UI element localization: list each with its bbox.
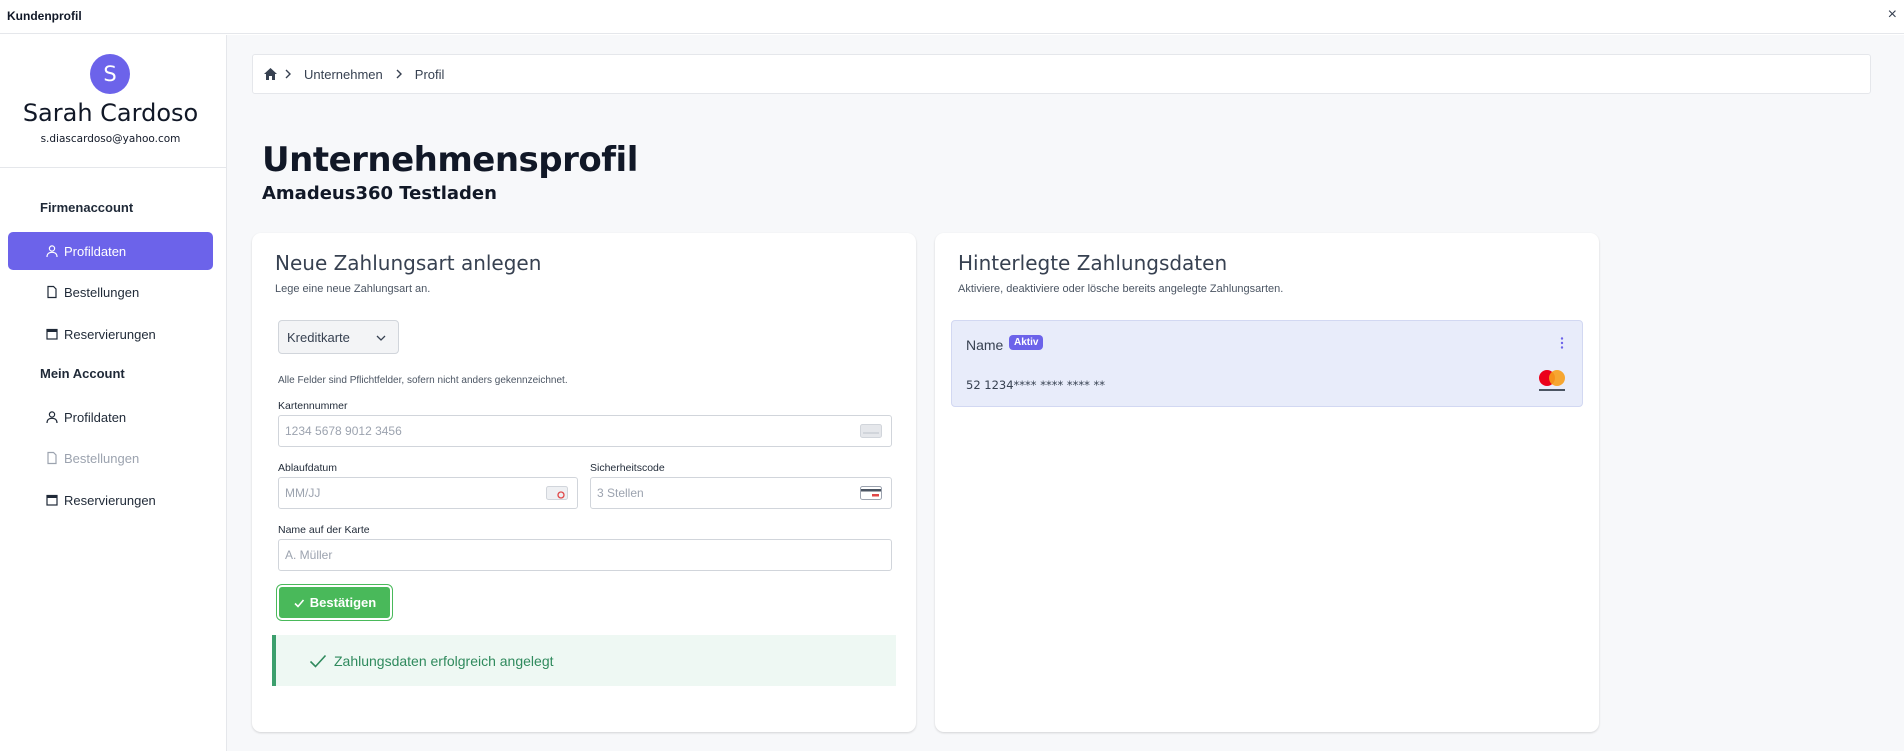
card-name-input[interactable] bbox=[278, 539, 892, 571]
avatar[interactable]: S bbox=[90, 54, 130, 94]
card-expiry-icon bbox=[546, 486, 568, 500]
success-message: Zahlungsdaten erfolgreich angelegt bbox=[334, 652, 554, 669]
sidebar-item-account-reservierungen[interactable]: Reservierungen bbox=[8, 481, 213, 519]
check-icon bbox=[309, 654, 327, 668]
user-email: s.diascardoso@yahoo.com bbox=[40, 133, 181, 145]
saved-payments-title: Hinterlegte Zahlungsdaten bbox=[958, 251, 1228, 275]
saved-payments-card: Hinterlegte Zahlungsdaten Aktiviere, dea… bbox=[935, 233, 1599, 732]
file-icon bbox=[47, 451, 57, 465]
page-subtitle: Amadeus360 Testladen bbox=[262, 183, 497, 204]
chevron-right-icon bbox=[396, 69, 402, 79]
sidebar-item-label: Bestellungen bbox=[64, 450, 140, 466]
page-title: Unternehmensprofil bbox=[262, 140, 638, 180]
cvc-input[interactable] bbox=[590, 477, 892, 509]
card-cvc-icon bbox=[860, 486, 882, 500]
payment-card-number: 52 1234**** **** **** ** bbox=[966, 378, 1106, 392]
more-vertical-icon[interactable] bbox=[1560, 337, 1564, 349]
expiry-input[interactable] bbox=[278, 477, 578, 509]
card-number-input[interactable] bbox=[278, 415, 892, 447]
chevron-right-icon bbox=[285, 69, 291, 79]
required-note: Alle Felder sind Pflichtfelder, sofern n… bbox=[278, 375, 568, 386]
sidebar-item-label: Profildaten bbox=[64, 243, 127, 259]
new-payment-card: Neue Zahlungsart anlegen Lege eine neue … bbox=[252, 233, 916, 732]
sidebar-item-label: Reservierungen bbox=[64, 326, 156, 342]
user-icon bbox=[46, 245, 58, 258]
sidebar-item-firma-profildaten[interactable]: Profildaten bbox=[8, 232, 213, 270]
payment-name: Name bbox=[966, 337, 1004, 353]
breadcrumb: Unternehmen Profil bbox=[252, 54, 1871, 94]
card-icon bbox=[860, 424, 882, 438]
sidebar-item-account-bestellungen: Bestellungen bbox=[8, 439, 213, 477]
home-icon[interactable] bbox=[263, 67, 278, 81]
new-payment-title: Neue Zahlungsart anlegen bbox=[275, 251, 542, 275]
file-icon bbox=[47, 285, 57, 299]
sidebar-item-firma-reservierungen[interactable]: Reservierungen bbox=[8, 315, 213, 353]
user-name: Sarah Cardoso bbox=[22, 99, 199, 127]
window-title: Kundenprofil bbox=[7, 9, 82, 23]
breadcrumb-unternehmen[interactable]: Unternehmen bbox=[304, 67, 383, 82]
expiry-label: Ablaufdatum bbox=[278, 462, 337, 474]
chevron-down-icon bbox=[376, 335, 386, 341]
section-title-firmenaccount: Firmenaccount bbox=[40, 200, 134, 215]
confirm-button-label: Bestätigen bbox=[309, 595, 377, 610]
main-content: Unternehmen Profil Unternehmensprofil Am… bbox=[227, 35, 1904, 751]
user-icon bbox=[46, 411, 58, 424]
saved-payment-item[interactable]: Name Aktiv 52 1234**** **** **** ** bbox=[951, 320, 1583, 407]
calendar-icon bbox=[46, 494, 58, 506]
card-name-label: Name auf der Karte bbox=[278, 524, 370, 536]
new-payment-description: Lege eine neue Zahlungsart an. bbox=[275, 283, 431, 295]
sidebar-divider bbox=[0, 167, 226, 168]
calendar-icon bbox=[46, 328, 58, 340]
sidebar-item-label: Profildaten bbox=[64, 409, 127, 425]
payment-type-select[interactable]: Kreditkarte bbox=[278, 320, 399, 354]
mastercard-logo-icon bbox=[1539, 370, 1565, 391]
success-alert: Zahlungsdaten erfolgreich angelegt bbox=[272, 635, 896, 686]
sidebar-item-account-profildaten[interactable]: Profildaten bbox=[8, 398, 213, 436]
sidebar: S Sarah Cardoso s.diascardoso@yahoo.com … bbox=[0, 35, 227, 751]
close-icon[interactable]: × bbox=[1888, 6, 1897, 24]
status-badge: Aktiv bbox=[1009, 335, 1044, 350]
check-icon bbox=[294, 598, 304, 608]
breadcrumb-profil: Profil bbox=[414, 66, 445, 82]
saved-payments-description: Aktiviere, deaktiviere oder lösche berei… bbox=[958, 283, 1284, 295]
cvc-label: Sicherheitscode bbox=[590, 462, 665, 474]
confirm-button[interactable]: Bestätigen bbox=[276, 584, 393, 621]
payment-type-value: Kreditkarte bbox=[287, 329, 350, 345]
sidebar-item-firma-bestellungen[interactable]: Bestellungen bbox=[8, 273, 213, 311]
sidebar-item-label: Bestellungen bbox=[64, 284, 140, 300]
card-number-label: Kartennummer bbox=[278, 400, 348, 412]
title-bar: Kundenprofil × bbox=[0, 0, 1904, 34]
sidebar-item-label: Reservierungen bbox=[64, 492, 156, 508]
section-title-mein-account: Mein Account bbox=[40, 366, 125, 381]
